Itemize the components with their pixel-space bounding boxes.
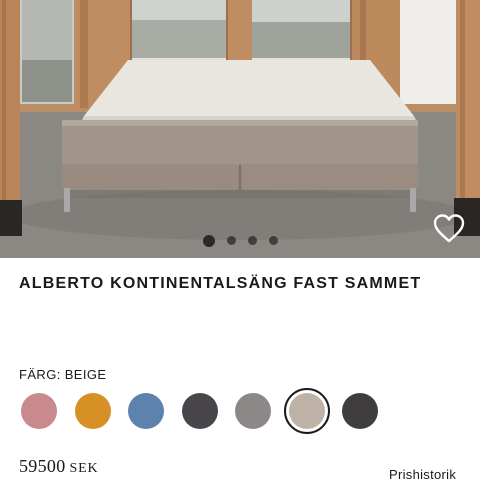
price: 59500 SEK [19, 456, 98, 477]
color-swatch[interactable] [284, 388, 330, 434]
price-amount: 59500 [19, 456, 66, 476]
color-swatch[interactable] [21, 393, 57, 429]
favorite-button[interactable] [432, 212, 466, 246]
gallery-dot[interactable] [247, 236, 257, 245]
product-image[interactable] [0, 0, 480, 258]
gallery-dot[interactable] [268, 236, 278, 245]
heart-icon [433, 214, 465, 243]
gallery-dot[interactable] [226, 236, 236, 245]
color-swatch[interactable] [128, 393, 164, 429]
gallery-pagination [0, 234, 480, 247]
price-currency: SEK [69, 461, 99, 476]
gallery-dot[interactable] [202, 234, 215, 247]
color-swatch[interactable] [342, 393, 378, 429]
color-swatch[interactable] [235, 393, 271, 429]
color-swatch[interactable] [75, 393, 111, 429]
color-swatch[interactable] [182, 393, 218, 429]
color-label: FÄRG: BEIGE [19, 367, 107, 382]
price-history-link[interactable]: Prishistorik [389, 467, 456, 480]
bed-photo [0, 0, 480, 258]
product-title: ALBERTO KONTINENTALSÄNG FAST SAMMET [19, 275, 422, 292]
